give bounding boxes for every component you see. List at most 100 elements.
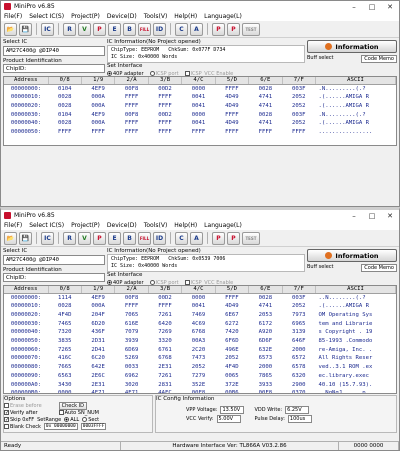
hex-cell[interactable]: 2052 [282, 302, 315, 311]
hex-cell[interactable]: 6D69 [115, 346, 148, 355]
hex-cell[interactable]: 003F [282, 111, 315, 120]
erase-icon[interactable]: E [108, 231, 121, 245]
hex-row[interactable]: 00000020: 4F4D 204F 7065 7261 7469 6E67 2053 797… [4, 311, 396, 320]
chip-info-icon[interactable]: C [175, 22, 188, 36]
hex-cell[interactable]: 3939 [115, 337, 148, 346]
hex-cell[interactable]: 00B6 [215, 389, 248, 393]
chip-select-icon[interactable]: IC [41, 22, 54, 36]
hex-cell[interactable]: FFFF [148, 102, 181, 111]
hex-cell[interactable]: 4C69 [182, 320, 215, 329]
program-red-icon[interactable]: P [212, 22, 225, 36]
hex-cell[interactable]: 00D2 [148, 293, 181, 302]
hex-cell[interactable]: 2831 [148, 381, 181, 390]
radio-icsp-port[interactable]: ICSP port [149, 71, 179, 77]
hex-column-header[interactable]: 7/F [282, 77, 317, 85]
hex-row[interactable]: 000000B0: 0000 4E71 4E71 4AFC 00F8 00B6 00F8 037… [4, 389, 396, 393]
hex-cell[interactable]: 436F [81, 328, 114, 337]
verify-icon[interactable]: V [78, 231, 91, 245]
maximize-button[interactable]: □ [363, 212, 381, 220]
hex-column-header[interactable]: 0/8 [48, 77, 82, 85]
hex-cell[interactable]: 00F8 [115, 293, 148, 302]
hex-row[interactable]: 00000050: 3835 2D31 3939 3320 00A3 6F6D 6D6F 646… [4, 337, 396, 346]
hex-cell[interactable]: 2052 [282, 102, 315, 111]
radio-icsp-port[interactable]: ICSP port [149, 280, 179, 286]
hex-cell[interactable]: 000A [81, 93, 114, 102]
hex-cell[interactable]: 7473 [182, 354, 215, 363]
hex-column-header[interactable]: 0/8 [48, 286, 82, 294]
hex-column-header[interactable]: 2/A [114, 77, 149, 85]
hex-cell[interactable]: 4D49 [215, 102, 248, 111]
hex-cell[interactable]: 6573 [249, 354, 282, 363]
hex-cell[interactable]: 6962 [115, 372, 148, 381]
id-icon[interactable]: ID [153, 231, 166, 245]
hex-cell[interactable]: 0000 [182, 84, 215, 93]
hex-cell[interactable]: 0033 [115, 363, 148, 372]
hex-cell[interactable]: 4741 [249, 102, 282, 111]
hex-cell[interactable]: 003F [282, 84, 315, 93]
hex-cell[interactable]: 4D49 [215, 302, 248, 311]
hex-cell[interactable]: 3320 [148, 337, 181, 346]
hex-row[interactable]: 00000000: 1114 4EF9 00F8 00D2 0000 FFFF 0028 003… [4, 293, 396, 302]
minimize-button[interactable]: – [345, 212, 363, 220]
hex-column-header[interactable]: Address [4, 286, 49, 294]
hex-cell[interactable]: 496E [215, 346, 248, 355]
hex-cell[interactable]: 4E71 [81, 389, 114, 393]
hex-cell[interactable]: 0065 [215, 372, 248, 381]
ic-name-field[interactable]: AM27C400@ @DIP40 [3, 46, 105, 56]
hex-row[interactable]: 00000010: 0028 000A FFFF FFFF 0041 4D49 4741 205… [4, 302, 396, 311]
prog-red-icon[interactable]: P [227, 22, 240, 36]
hex-cell[interactable]: 4EF9 [81, 84, 114, 93]
hex-cell[interactable]: 0028 [249, 111, 282, 120]
hex-cell[interactable]: 3835 [48, 337, 81, 346]
skip-ff-checkbox[interactable]: ✓Skip 0xFF [4, 416, 34, 423]
hex-cell[interactable]: 4AFC [148, 389, 181, 393]
hex-column-header[interactable]: ASCII [315, 77, 396, 85]
hex-cell[interactable]: 7469 [182, 311, 215, 320]
config-icon[interactable]: A [190, 231, 203, 245]
hex-cell[interactable]: FFFF [182, 128, 215, 137]
hex-cell[interactable]: 6572 [282, 354, 315, 363]
hex-cell[interactable]: 2052 [282, 119, 315, 128]
hex-column-header[interactable]: 1/9 [81, 77, 116, 85]
hex-column-header[interactable]: 4/C [181, 77, 216, 85]
menu-language[interactable]: Language(L) [204, 13, 242, 20]
menu-device[interactable]: Device(D) [107, 222, 137, 229]
hex-cell[interactable]: 6272 [215, 320, 248, 329]
hex-ascii[interactable]: .(......AMIGA R [316, 102, 396, 111]
hex-cell[interactable]: 7261 [148, 372, 181, 381]
prog-red-icon[interactable]: P [227, 231, 240, 245]
hex-ascii[interactable]: .(......AMIGA R [316, 119, 396, 128]
fill-icon[interactable]: FILL [138, 231, 151, 245]
hex-cell[interactable]: 0028 [48, 93, 81, 102]
hex-cell[interactable]: 0041 [182, 93, 215, 102]
information-button[interactable]: Information [307, 249, 397, 262]
hex-ascii[interactable]: re-Amiga, Inc. . [316, 346, 396, 355]
hex-cell[interactable]: FFFF [215, 111, 248, 120]
hex-cell[interactable]: 2E6C [81, 372, 114, 381]
hex-cell[interactable]: 4EF9 [81, 293, 114, 302]
hex-cell[interactable]: 6E67 [215, 311, 248, 320]
check-icsp-vcc[interactable]: ICSP_VCC Enable [184, 280, 233, 286]
hex-row[interactable]: 00000040: 0028 000A FFFF FFFF 0041 4D49 4741 205… [4, 119, 396, 128]
range-sect-radio[interactable]: Sect [82, 416, 99, 423]
hex-cell[interactable]: 000A [81, 302, 114, 311]
hex-column-header[interactable]: 7/F [282, 286, 317, 294]
erase-icon[interactable]: E [108, 22, 121, 36]
hex-row[interactable]: 00000020: 0028 000A FFFF FFFF 0041 4D49 4741 205… [4, 102, 396, 111]
vpp-dropdown[interactable]: 13.50V [220, 405, 245, 414]
hex-column-header[interactable]: 1/9 [81, 286, 116, 294]
hex-cell[interactable]: 00F8 [249, 389, 282, 393]
program-red-icon[interactable]: P [212, 231, 225, 245]
hex-cell[interactable]: 0000 [48, 389, 81, 393]
read-icon[interactable]: R [63, 231, 76, 245]
hex-cell[interactable]: 7065 [115, 311, 148, 320]
hex-cell[interactable]: 0028 [48, 102, 81, 111]
menu-file[interactable]: File(F) [4, 222, 22, 229]
hex-cell[interactable]: 7079 [115, 328, 148, 337]
hex-cell[interactable]: FFFF [148, 128, 181, 137]
hex-cell[interactable]: 0028 [48, 302, 81, 311]
hex-cell[interactable]: 6768 [182, 328, 215, 337]
hex-cell[interactable]: 372E [215, 381, 248, 390]
hex-cell[interactable]: FFFF [282, 128, 315, 137]
hex-cell[interactable]: 642E [81, 363, 114, 372]
